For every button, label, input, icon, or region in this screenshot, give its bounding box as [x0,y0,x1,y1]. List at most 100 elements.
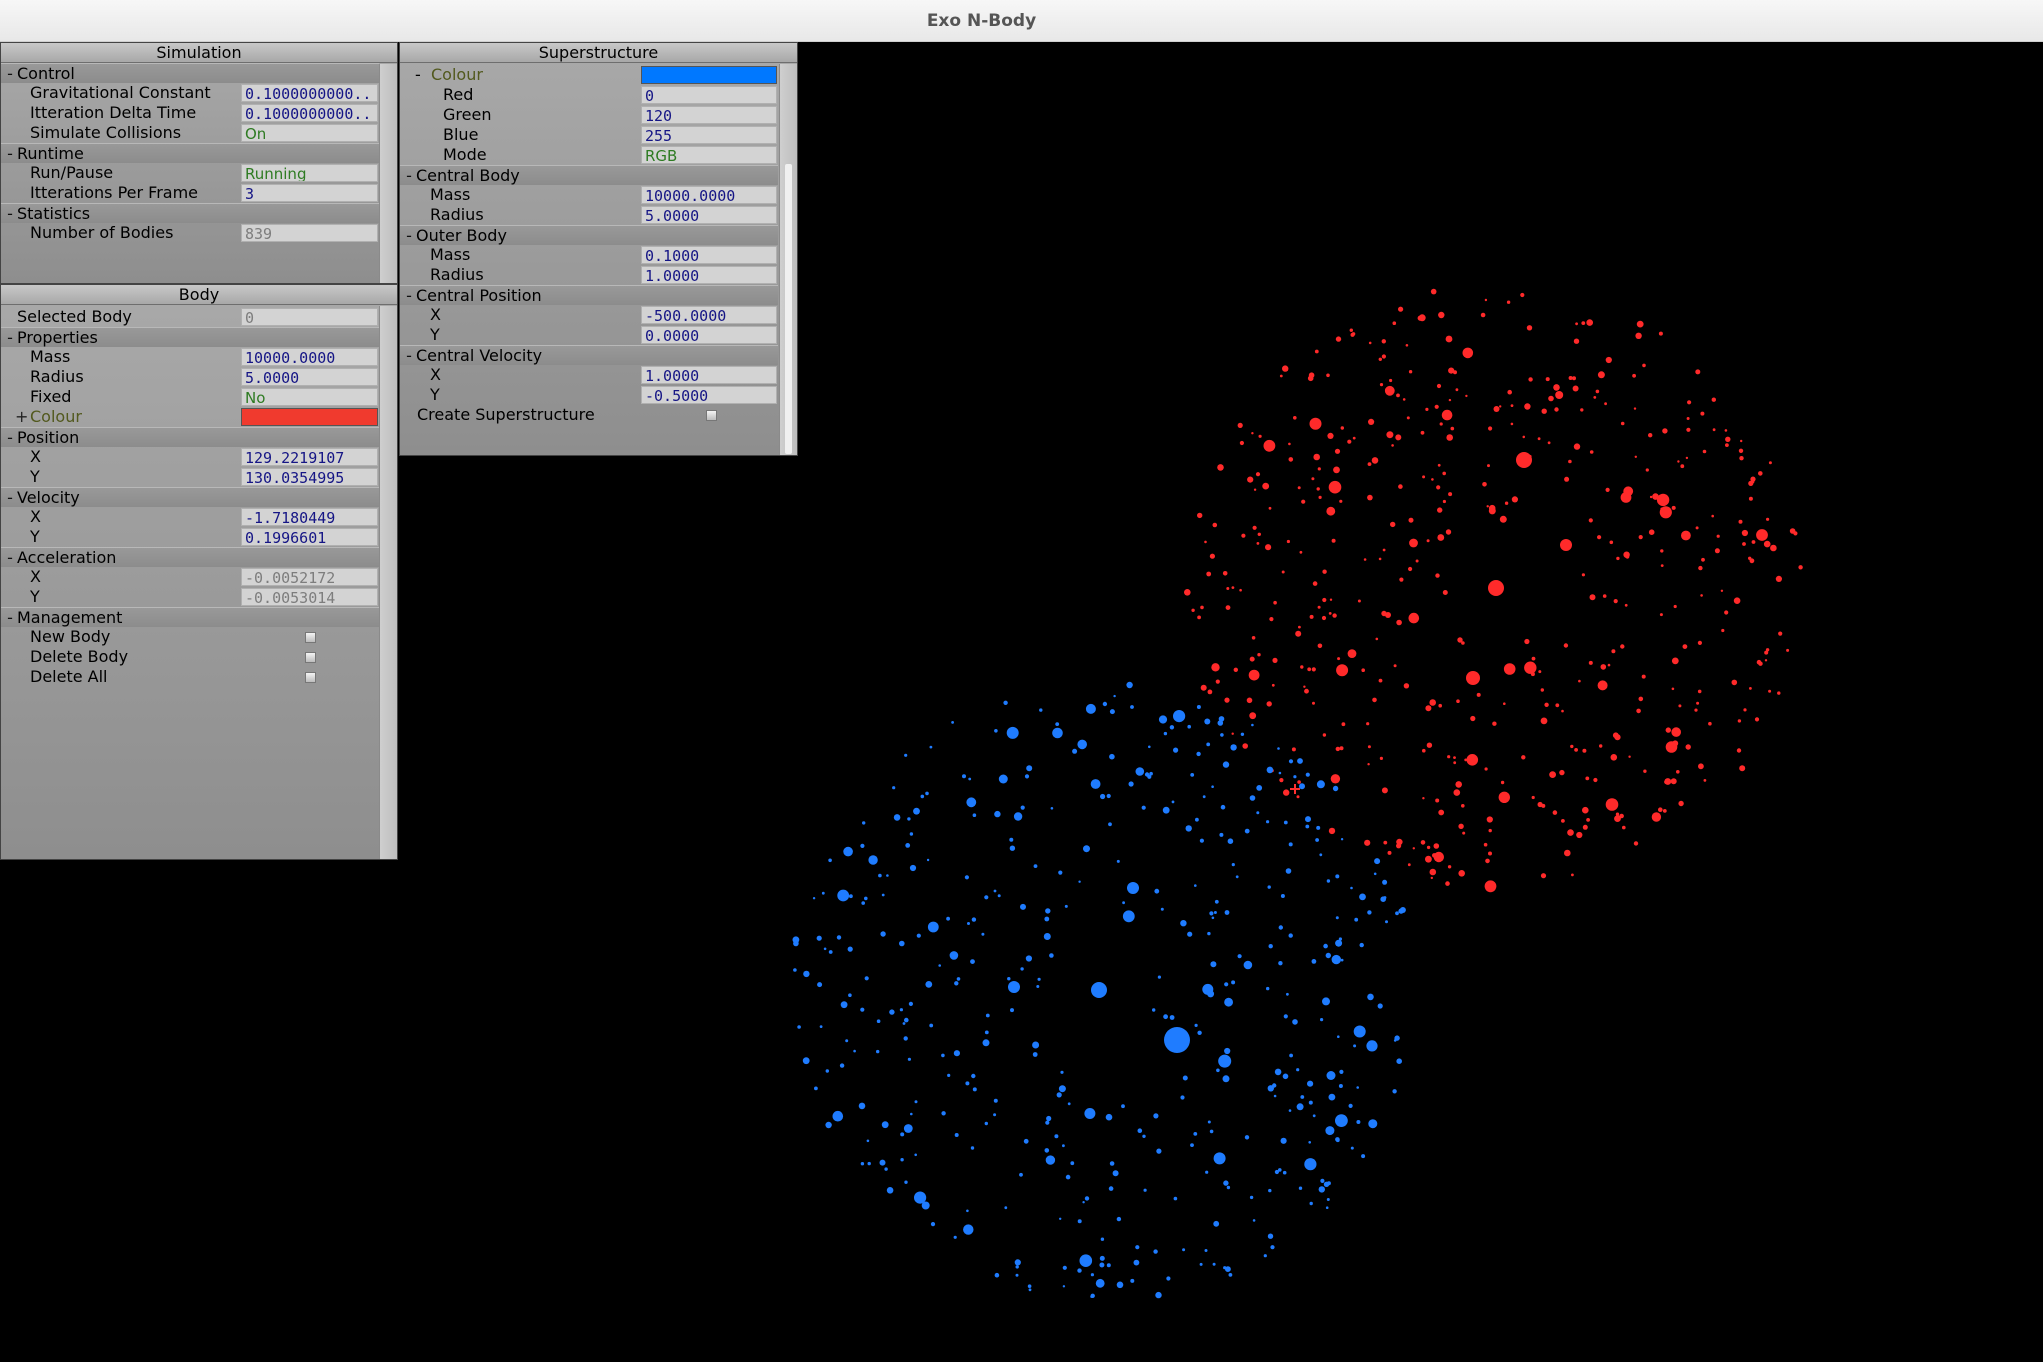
particle[interactable] [1244,1135,1250,1140]
particle[interactable] [1531,656,1536,661]
particle[interactable] [1288,442,1291,446]
particle[interactable] [1045,908,1051,914]
particle[interactable] [1339,499,1343,503]
particle[interactable] [1185,825,1192,832]
particle[interactable] [1398,306,1404,312]
particle[interactable] [1014,1259,1021,1266]
particle[interactable] [908,1001,914,1007]
particle[interactable] [1004,1206,1008,1210]
particle[interactable] [1399,577,1404,582]
particle[interactable] [1503,702,1506,705]
particle[interactable] [1453,370,1457,375]
particle[interactable] [1377,1003,1383,1009]
particle[interactable] [1538,670,1542,674]
particle[interactable] [845,1039,849,1043]
particle[interactable] [1648,433,1653,438]
particle[interactable] [1381,354,1386,359]
particle[interactable] [1305,824,1310,829]
particle[interactable] [1252,1219,1256,1222]
particle[interactable] [1278,925,1284,930]
particle[interactable] [1072,748,1078,754]
particle[interactable] [900,1132,905,1137]
particle[interactable] [1241,533,1246,538]
particle[interactable] [1331,538,1336,543]
particle[interactable] [1634,455,1638,458]
particle[interactable] [1425,705,1432,712]
particle[interactable] [1466,754,1479,766]
particle[interactable] [1426,742,1433,748]
particle[interactable] [1335,939,1343,947]
particle[interactable] [1211,663,1220,672]
section-acceleration[interactable]: - Acceleration [1,547,379,567]
particle[interactable] [1312,581,1318,586]
particle[interactable] [1158,715,1168,724]
particle[interactable] [860,1007,865,1012]
particle[interactable] [1681,530,1691,541]
particle[interactable] [1504,501,1509,505]
particle[interactable] [1392,321,1397,326]
central-position-x-field[interactable]: -500.0000 [641,306,777,324]
particle[interactable] [1298,625,1301,629]
particle[interactable] [927,921,939,933]
particle[interactable] [1326,1198,1330,1201]
particle[interactable] [1304,688,1309,694]
particle[interactable] [1422,475,1426,479]
particle[interactable] [1235,875,1239,879]
particle[interactable] [966,1209,969,1213]
particle[interactable] [1778,631,1783,636]
body-mass-field[interactable]: 10000.0000 [241,348,378,366]
particle[interactable] [1436,383,1442,389]
particle[interactable] [1279,374,1283,378]
particle[interactable] [1555,391,1564,399]
particle[interactable] [909,864,917,872]
particle[interactable] [1281,570,1285,574]
particle[interactable] [1210,961,1217,968]
particle[interactable] [1319,853,1323,857]
particle[interactable] [1380,896,1386,902]
particle[interactable] [1582,824,1588,830]
particle[interactable] [1673,604,1677,609]
particle[interactable] [1671,505,1676,510]
particle[interactable] [1605,356,1612,364]
collapse-icon[interactable]: - [5,428,15,448]
particle[interactable] [1483,842,1488,847]
particle[interactable] [1641,674,1646,679]
particle[interactable] [1224,982,1229,987]
particle[interactable] [1564,849,1571,857]
particle[interactable] [1199,1262,1203,1266]
particle[interactable] [1593,777,1598,783]
particle[interactable] [1322,733,1327,737]
particle[interactable] [1244,828,1250,834]
particle[interactable] [1293,416,1297,420]
particle[interactable] [946,916,950,921]
particle[interactable] [1671,657,1679,665]
particle[interactable] [1274,1169,1279,1175]
particle[interactable] [1453,789,1461,796]
particle[interactable] [1328,612,1332,615]
particle[interactable] [1305,816,1311,823]
particle[interactable] [1206,571,1212,577]
particle[interactable] [907,1057,912,1061]
particle[interactable] [1352,436,1356,440]
particle[interactable] [1253,488,1257,491]
particle[interactable] [1106,1263,1111,1268]
particle[interactable] [1572,385,1579,392]
particle[interactable] [1678,800,1684,807]
particle[interactable] [1331,954,1342,965]
particle[interactable] [1193,1132,1198,1136]
particle[interactable] [1224,910,1230,915]
collapse-icon[interactable]: - [5,204,15,224]
particle[interactable] [1224,997,1233,1007]
particle[interactable] [1220,733,1224,737]
particle[interactable] [802,1057,810,1065]
particle[interactable] [1367,462,1372,466]
particle[interactable] [1402,398,1406,401]
particle[interactable] [1220,804,1226,810]
particle[interactable] [1658,807,1663,812]
particle[interactable] [1589,450,1594,454]
particle[interactable] [1436,485,1441,490]
particle[interactable] [1339,746,1344,751]
particle[interactable] [1309,614,1314,619]
particle[interactable] [1209,553,1215,559]
particle[interactable] [1108,1186,1114,1191]
